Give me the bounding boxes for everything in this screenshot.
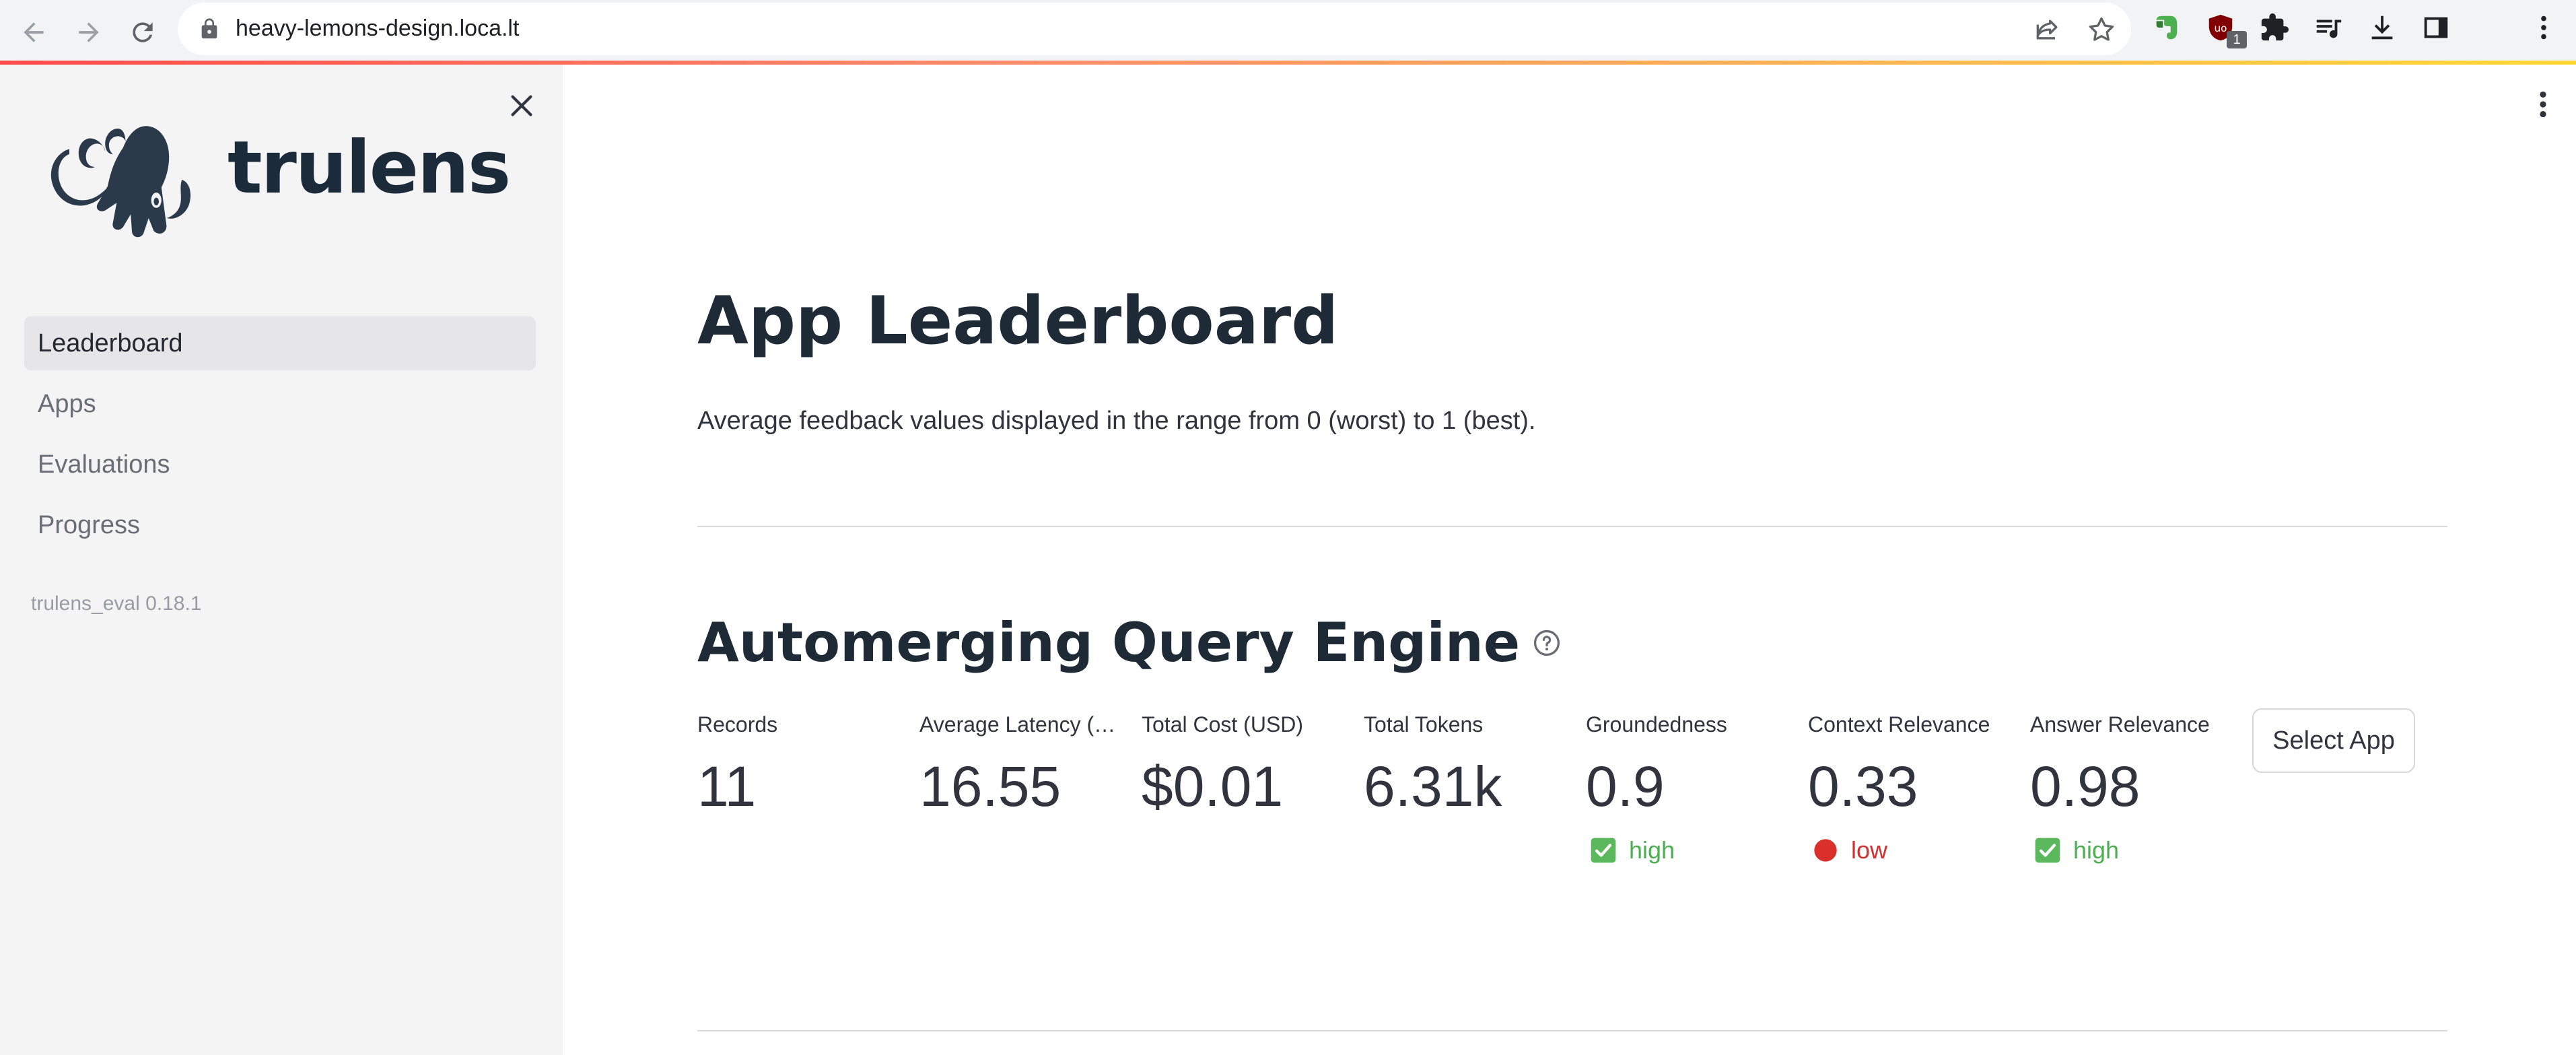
back-arrow-icon [24, 22, 44, 42]
svg-text:uo: uo [2214, 22, 2227, 34]
metric-label: Total Tokens [1364, 712, 1484, 737]
sidebar-item-progress[interactable]: Progress [24, 498, 536, 552]
metric-label: Records [697, 712, 778, 737]
metric-label: Total Cost (USD) [1142, 712, 1304, 737]
sidebar-item-leaderboard[interactable]: Leaderboard [24, 316, 536, 370]
downloads-button[interactable] [2367, 12, 2398, 43]
select-app-button[interactable]: Select App [2252, 708, 2415, 773]
side-panel-icon [2424, 17, 2448, 38]
metric-value: $0.01 [1142, 755, 1284, 818]
page-subtitle: Average feedback values displayed in the… [697, 407, 1536, 435]
evernote-extension[interactable] [2151, 12, 2182, 43]
metric-value: 0.98 [2030, 755, 2140, 818]
extension-badge: 1 [2227, 31, 2247, 48]
metric-label: Context Relevance [1808, 712, 1990, 737]
browser-toolbar: heavy-lemons-design.loca.lt uo 1 [0, 0, 2576, 63]
forward-button[interactable] [65, 8, 113, 57]
metric-label: Answer Relevance [2030, 712, 2210, 737]
puzzle-icon [2261, 13, 2289, 41]
metric-value: 11 [697, 755, 757, 818]
metric-answer-relevance: Answer Relevance 0.98 high [2030, 712, 2246, 864]
kebab-menu-icon [2541, 15, 2546, 40]
metric-context-relevance: Context Relevance 0.33 low [1808, 712, 2023, 864]
reload-icon [133, 22, 153, 42]
help-icon[interactable] [1532, 628, 1562, 658]
status-badge: high [1586, 836, 1801, 864]
extensions-button[interactable] [2259, 12, 2290, 43]
metric-total-cost: Total Cost (USD) $0.01 [1142, 712, 1357, 815]
app-name: Automerging Query Engine [697, 611, 1562, 674]
side-panel-button[interactable] [2421, 12, 2451, 43]
check-icon [1591, 838, 1616, 863]
status-badge: high [2030, 836, 2246, 864]
status-badge: low [1808, 836, 2023, 864]
metric-value: 0.9 [1586, 755, 1665, 818]
check-icon [2035, 838, 2060, 863]
divider [697, 1030, 2447, 1031]
star-icon[interactable] [2087, 15, 2116, 44]
metric-average-latency: Average Latency (… 16.55 [919, 712, 1128, 815]
sidebar-item-label: Apps [38, 389, 96, 418]
metric-label: Average Latency (… [919, 712, 1116, 737]
close-icon[interactable] [506, 90, 537, 121]
sidebar-item-label: Evaluations [38, 450, 170, 479]
divider [697, 526, 2447, 527]
metric-value: 6.31k [1364, 755, 1502, 818]
browser-menu-button[interactable] [2528, 12, 2559, 43]
app-name-text: Automerging Query Engine [697, 611, 1521, 674]
address-bar[interactable]: heavy-lemons-design.loca.lt [178, 3, 2131, 55]
download-icon [2371, 15, 2393, 40]
squid-logo-icon [50, 126, 191, 238]
page-title: App Leaderboard [697, 283, 1339, 360]
metric-label: Groundedness [1586, 712, 1727, 737]
forward-arrow-icon [79, 22, 99, 42]
sidebar-item-label: Progress [38, 510, 141, 539]
back-button[interactable] [9, 8, 58, 57]
status-text: high [2073, 836, 2120, 864]
evernote-icon [2156, 15, 2178, 40]
status-text: low [1851, 836, 1888, 864]
red-circle-icon [1814, 839, 1837, 862]
metric-records: Records 11 [697, 712, 913, 815]
metric-value: 0.33 [1808, 755, 1918, 818]
version-label: trulens_eval 0.18.1 [31, 592, 202, 615]
media-control-button[interactable] [2313, 12, 2344, 43]
playlist-icon [2316, 20, 2342, 38]
reload-button[interactable] [118, 8, 167, 57]
brand-name: trulens [228, 126, 511, 210]
metric-groundedness: Groundedness 0.9 high [1586, 712, 1801, 864]
metric-value: 16.55 [919, 755, 1061, 818]
main-menu-icon[interactable] [2531, 88, 2555, 121]
sidebar-item-evaluations[interactable]: Evaluations [24, 438, 536, 491]
sidebar-item-label: Leaderboard [38, 329, 183, 358]
lock-icon[interactable] [198, 18, 221, 40]
status-text: high [1629, 836, 1675, 864]
url-text[interactable]: heavy-lemons-design.loca.lt [236, 15, 519, 42]
sidebar-item-apps[interactable]: Apps [24, 377, 536, 431]
metric-total-tokens: Total Tokens 6.31k [1364, 712, 1579, 815]
share-icon[interactable] [2033, 15, 2062, 44]
sidebar-nav: Leaderboard Apps Evaluations Progress [24, 316, 536, 559]
